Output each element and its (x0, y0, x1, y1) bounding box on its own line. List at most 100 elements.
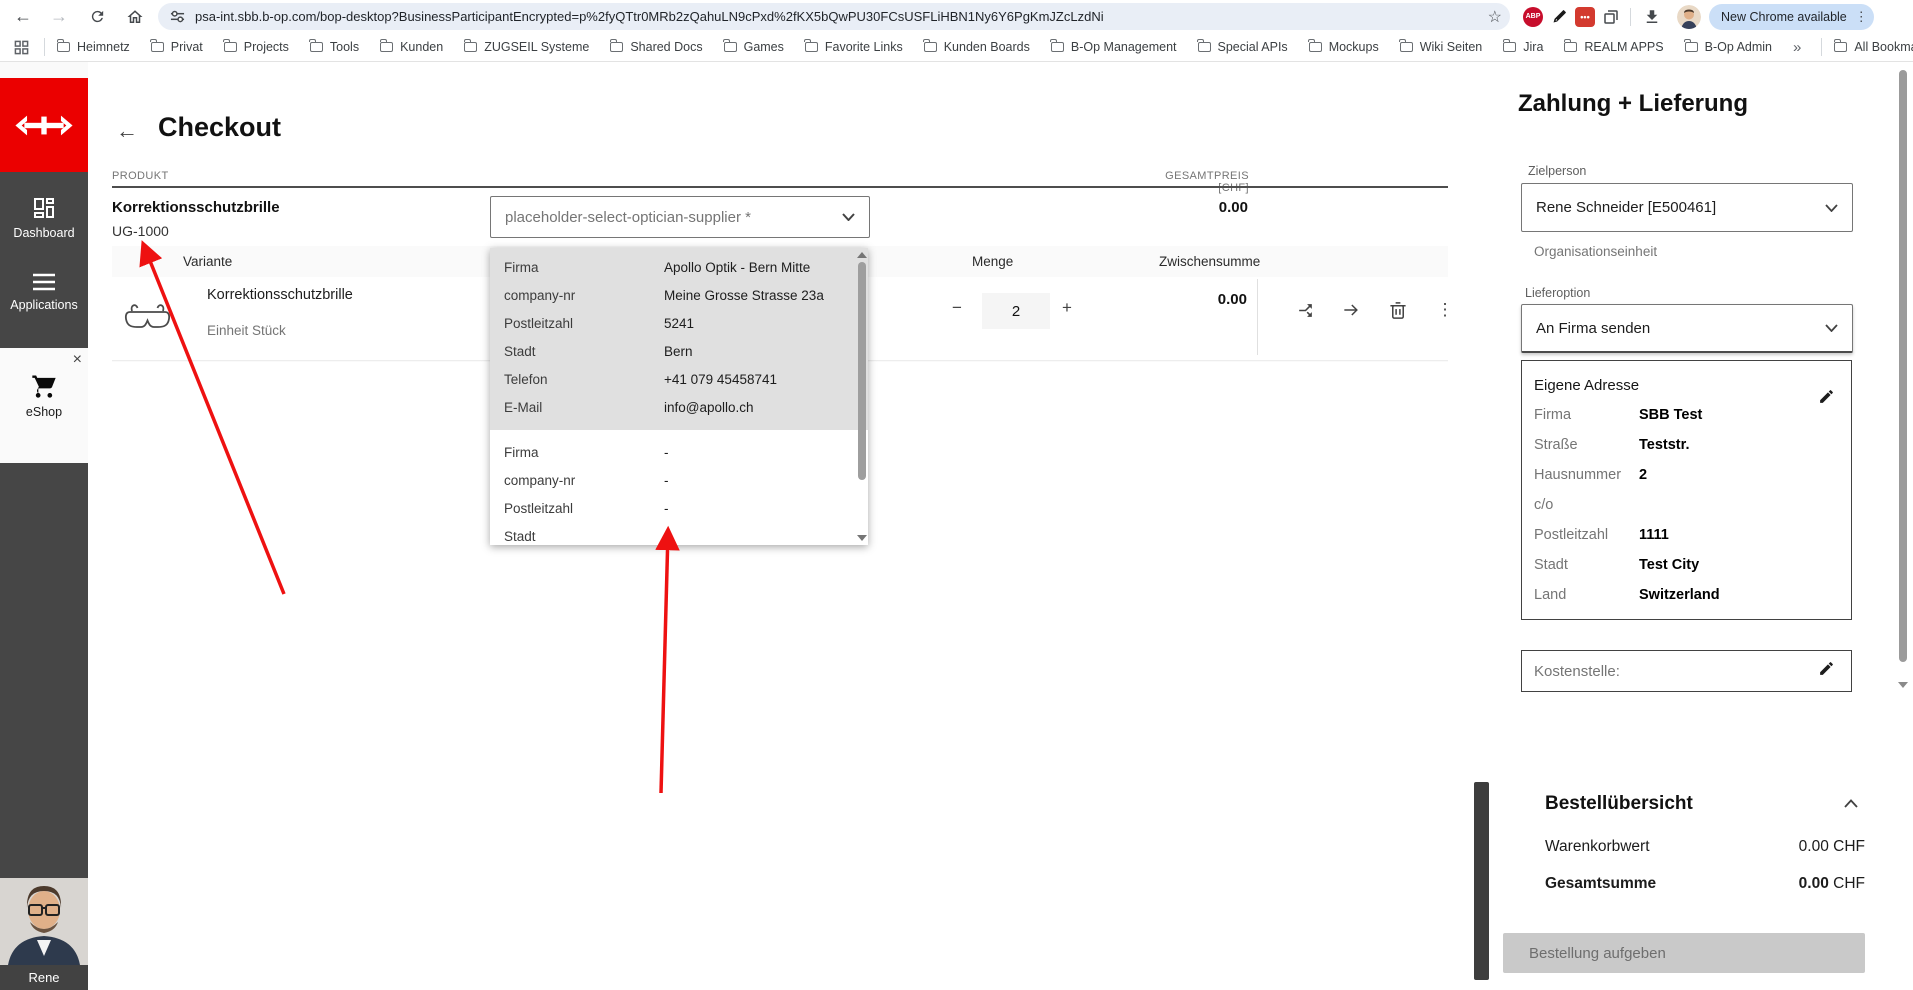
adblock-extension-icon[interactable]: ABP (1520, 4, 1546, 30)
scroll-up-icon[interactable] (857, 252, 867, 258)
extension-icon[interactable] (1598, 4, 1624, 30)
bookmark-folder[interactable]: Kunden Boards (923, 38, 1030, 54)
bookmark-folder[interactable]: Projects (223, 38, 289, 54)
panel-scrollbar-thumb[interactable] (1899, 70, 1907, 662)
annotation-arrow-option (655, 525, 680, 794)
subtotal-value: 0.00 (1217, 291, 1247, 308)
summary-scrollbar-thumb[interactable] (1474, 782, 1489, 980)
delivery-address-card: Eigene Adresse Firma SBB Test Straße Tests… (1521, 360, 1852, 620)
payment-panel-title: Zahlung + Lieferung (1518, 90, 1749, 117)
pen-extension-icon[interactable] (1546, 4, 1572, 30)
sidebar-item-applications[interactable]: Applications (0, 272, 88, 312)
bookmark-folder[interactable]: Mockups (1308, 38, 1379, 54)
bookmarks-separator (44, 38, 45, 56)
back-icon[interactable]: ← (8, 3, 38, 31)
scroll-down-icon[interactable] (857, 535, 867, 541)
order-summary-title: Bestellübersicht (1545, 793, 1693, 814)
supplier-select[interactable]: placeholder-select-optician-supplier * (490, 196, 870, 238)
scroll-down-icon[interactable] (1898, 682, 1908, 688)
bookmark-folder[interactable]: Games (723, 38, 784, 54)
quantity-decrease-button[interactable]: − (952, 299, 962, 316)
bookmark-folder[interactable]: Privat (150, 38, 203, 54)
more-options-icon[interactable]: ⋮ (1432, 297, 1458, 323)
home-icon[interactable] (120, 3, 150, 31)
option-row-value: - (664, 528, 669, 544)
folder-icon (804, 38, 818, 52)
browser-window: ← → psa-int.sbb.b-op.com/bop-desktop?Bus… (0, 0, 1913, 990)
apps-grid-icon[interactable] (8, 34, 34, 60)
option-row-label: Stadt (504, 343, 536, 359)
quantity-input[interactable]: 2 (982, 293, 1050, 329)
submit-order-button[interactable]: Bestellung aufgeben (1503, 933, 1865, 973)
download-icon[interactable] (1637, 3, 1667, 31)
lieferoption-value: An Firma senden (1536, 319, 1651, 337)
folder-icon (1399, 38, 1413, 52)
option-row-value: Meine Grosse Strasse 23a (664, 287, 824, 303)
sidebar-item-eshop[interactable]: eShop (0, 372, 88, 419)
url-text[interactable]: psa-int.sbb.b-op.com/bop-desktop?Busines… (195, 9, 1488, 24)
folder-icon (463, 38, 478, 52)
address-row-value: Test City (1639, 557, 1700, 573)
reload-icon[interactable] (82, 3, 112, 31)
sbb-logo[interactable] (0, 78, 88, 172)
sidebar-item-dashboard[interactable]: Dashboard (0, 196, 88, 240)
address-bar[interactable]: psa-int.sbb.b-op.com/bop-desktop?Busines… (158, 3, 1510, 30)
supplier-option-empty[interactable]: Firma - company-nr - Postleitzahl - Stadt - (490, 430, 868, 550)
option-row-label: Stadt (504, 528, 536, 544)
kostenstelle-label: Kostenstelle: (1534, 662, 1620, 680)
cost-center-card: Kostenstelle: (1521, 650, 1852, 692)
edit-address-icon[interactable] (1818, 388, 1835, 405)
page-title: Checkout (158, 112, 282, 142)
split-icon[interactable] (1292, 297, 1318, 323)
bookmark-folder[interactable]: Kunden (379, 38, 443, 54)
glasses-icon (124, 304, 171, 328)
subtotal-column-header: Zwischensumme (1159, 254, 1261, 269)
bookmark-folder[interactable]: Special APIs (1197, 38, 1288, 54)
chrome-update-button[interactable]: New Chrome available ⋮ (1709, 3, 1874, 30)
lieferoption-select[interactable]: An Firma senden (1521, 304, 1853, 353)
option-row-label: Telefon (504, 371, 548, 387)
address-row-value: 1111 (1639, 527, 1669, 543)
translate-extension-icon[interactable]: ••• (1572, 4, 1598, 30)
bookmark-folder[interactable]: Wiki Seiten (1399, 38, 1482, 54)
kebab-icon[interactable]: ⋮ (1855, 9, 1868, 25)
cart-value-label: Warenkorbwert (1545, 838, 1650, 855)
address-row-label: Straße (1534, 437, 1578, 453)
quantity-increase-button[interactable]: + (1062, 299, 1072, 316)
variant-unit: Einheit Stück (207, 323, 286, 338)
bookmark-folder[interactable]: B-Op Admin (1684, 38, 1772, 54)
bookmark-folder[interactable]: Shared Docs (609, 38, 703, 54)
supplier-option-apollo[interactable]: Firma Apollo Optik - Bern Mitte company-n… (490, 248, 868, 430)
move-arrow-icon[interactable] (1338, 297, 1364, 323)
bookmark-folder[interactable]: B-Op Management (1050, 38, 1177, 54)
forward-icon[interactable]: → (44, 3, 74, 31)
user-avatar (0, 878, 88, 965)
all-bookmarks-button[interactable]: All Bookmarks (1833, 38, 1913, 54)
profile-avatar[interactable] (1677, 4, 1701, 29)
folder-icon (1502, 38, 1517, 52)
zielperson-select[interactable]: Rene Schneider [E500461] (1521, 183, 1853, 232)
row-divider (1257, 279, 1258, 355)
bookmark-folder[interactable]: Favorite Links (804, 38, 903, 54)
trash-icon[interactable] (1385, 297, 1411, 323)
bookmark-folder[interactable]: ZUGSEIL Systeme (463, 38, 589, 54)
user-profile[interactable]: Rene (0, 878, 88, 990)
bookmark-folder[interactable]: Tools (309, 38, 359, 54)
bookmark-folder[interactable]: Heimnetz (56, 38, 130, 54)
site-settings-icon[interactable] (170, 9, 185, 24)
product-sku: UG-1000 (112, 223, 169, 239)
edit-cost-center-icon[interactable] (1818, 660, 1835, 677)
bookmark-folder[interactable]: Jira (1502, 38, 1543, 54)
chevron-up-icon[interactable] (1844, 799, 1858, 808)
option-row-label: Firma (504, 259, 539, 275)
chevron-down-icon (842, 213, 855, 221)
folder-icon (379, 38, 394, 52)
bookmarks-overflow-icon[interactable]: » (1793, 39, 1801, 56)
back-button[interactable]: ← (116, 120, 138, 142)
folder-icon (1197, 38, 1211, 52)
bookmark-folder[interactable]: REALM APPS (1563, 38, 1664, 54)
dropdown-scrollbar-thumb[interactable] (858, 262, 866, 480)
star-icon[interactable]: ☆ (1488, 7, 1502, 27)
sidebar-spacer (0, 463, 88, 878)
close-icon[interactable]: × (73, 352, 82, 368)
